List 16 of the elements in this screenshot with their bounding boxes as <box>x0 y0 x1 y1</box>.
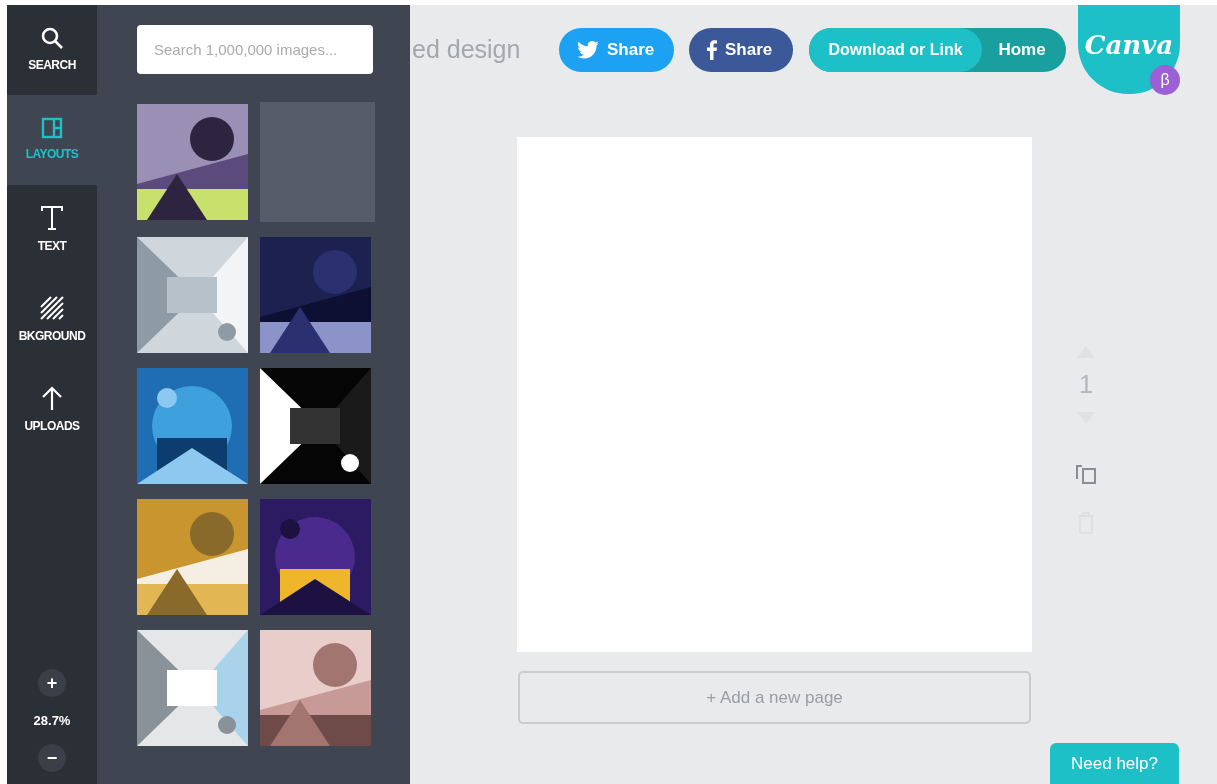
search-icon <box>40 26 64 50</box>
zoom-out-button[interactable]: − <box>38 744 66 772</box>
beta-badge: β <box>1150 65 1180 95</box>
bird-icon <box>577 41 599 59</box>
design-title: ed design <box>412 34 522 66</box>
sidebar-tab[interactable]: LAYOUTS <box>7 95 97 185</box>
layout-icon <box>41 117 63 139</box>
zoom-level: 28.7% <box>33 711 71 730</box>
share-button[interactable]: Share <box>689 28 793 72</box>
logo-text: Canva <box>1084 29 1174 62</box>
text-icon <box>40 205 64 231</box>
hatch-icon <box>39 295 65 321</box>
up-arrow-icon <box>40 385 64 411</box>
zoom-in-button[interactable]: + <box>38 668 66 697</box>
search-field[interactable]: Search 1,000,000 images... <box>137 25 373 74</box>
f-letter-icon <box>707 40 717 60</box>
